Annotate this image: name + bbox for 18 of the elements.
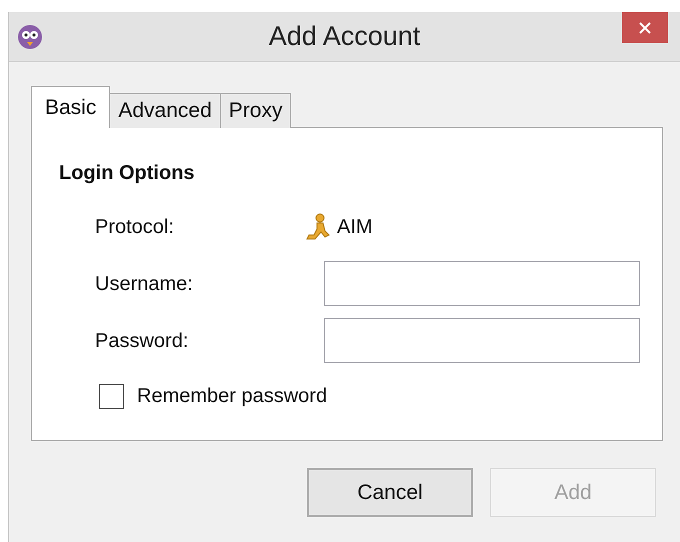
close-button[interactable]	[622, 12, 668, 43]
app-icon	[17, 22, 43, 50]
tab[interactable]: Basic	[31, 86, 110, 128]
field-label: Protocol:	[94, 215, 175, 240]
window-title: Add Account	[268, 20, 420, 53]
dialog-button[interactable]: Cancel	[307, 468, 473, 517]
close-icon	[639, 22, 651, 34]
tab[interactable]: Proxy	[220, 93, 292, 128]
section-title: Login Options	[59, 161, 196, 186]
running-person-icon	[305, 213, 331, 241]
field-label: Password:	[94, 328, 190, 354]
input-field[interactable]	[324, 318, 640, 363]
protocol-value: AIM	[337, 215, 373, 240]
field-label: Username:	[94, 272, 194, 296]
tab[interactable]: Advanced	[109, 93, 221, 128]
input-field[interactable]	[324, 261, 640, 306]
checkbox-label: Remember password	[137, 384, 328, 409]
checkbox[interactable]	[99, 384, 124, 408]
